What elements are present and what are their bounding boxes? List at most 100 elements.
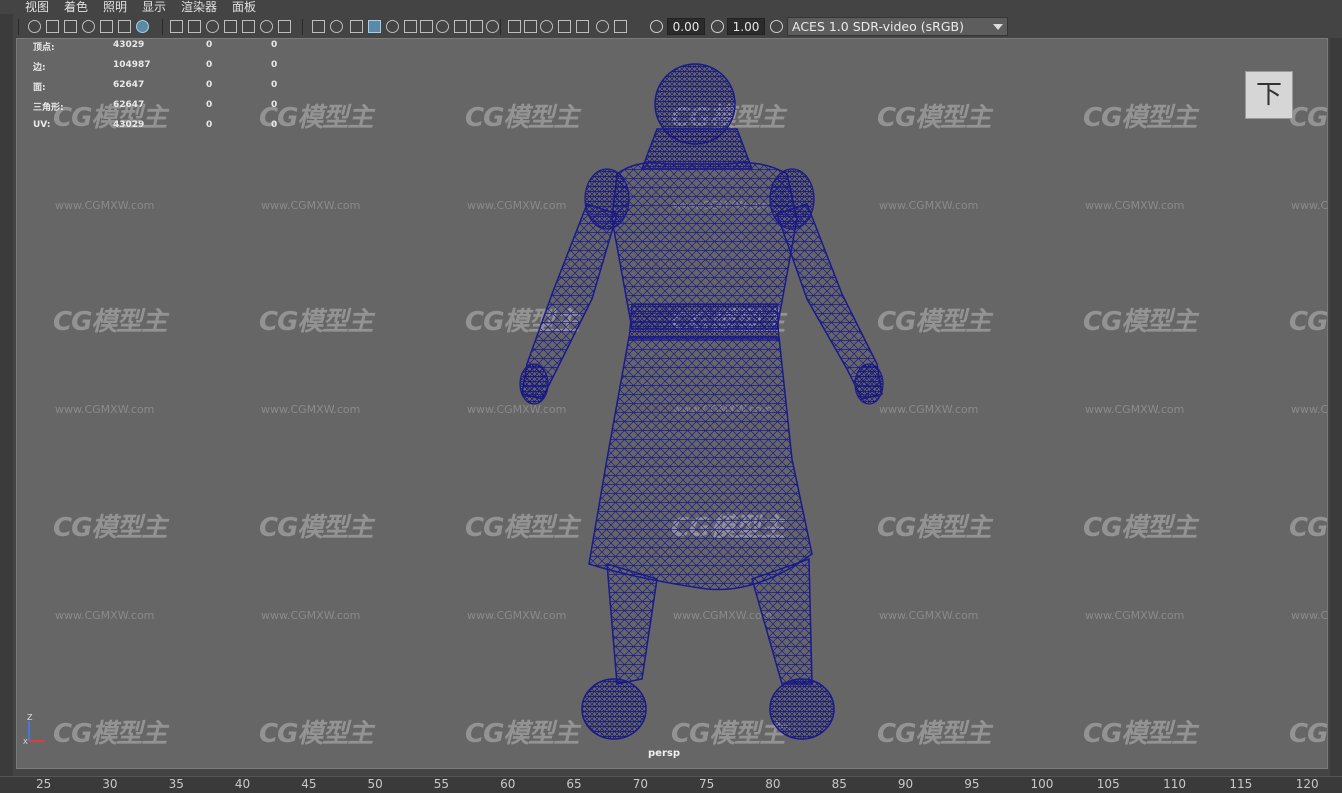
hud-value-object: 43029 — [113, 120, 145, 130]
exposure-icon[interactable] — [650, 20, 663, 33]
timeline-tick-label: 90 — [897, 777, 914, 791]
hud-value-component: 0 — [271, 40, 278, 50]
resolution-gate-icon[interactable] — [206, 20, 219, 33]
menu-panels[interactable]: 面板 — [232, 0, 256, 14]
timeline-tick-label: 65 — [566, 777, 582, 791]
toolbar-separator — [162, 19, 163, 35]
left-panel-edge — [0, 14, 13, 776]
motion-blur-icon[interactable] — [454, 20, 467, 33]
camera-attributes-icon[interactable] — [46, 20, 59, 33]
hud-value-component: 0 — [271, 80, 278, 90]
grid-lock-icon[interactable] — [100, 20, 113, 33]
xray-icon[interactable] — [524, 20, 537, 33]
menu-show[interactable]: 显示 — [142, 0, 166, 14]
axis-x-label: X — [23, 738, 28, 745]
timeline-tick-label: 85 — [831, 777, 847, 791]
timeline-tick-label: 30 — [102, 777, 118, 791]
grid-icon[interactable] — [170, 20, 183, 33]
hud-value-selected: 0 — [206, 60, 213, 70]
timeline-tick-label: 100 — [1030, 777, 1054, 791]
hud-value-selected: 0 — [206, 40, 213, 50]
3d-viewport[interactable]: CG模型主 www.CGMXW.com CG模型主 www.CGMXW.com CG模型… — [16, 38, 1328, 769]
grease-pencil-icon[interactable] — [136, 20, 149, 33]
timeline-tick-label: 115 — [1229, 777, 1253, 791]
hud-value-object: 62647 — [113, 80, 145, 90]
image-plane-icon[interactable] — [82, 20, 95, 33]
menu-lighting[interactable]: 照明 — [103, 0, 127, 14]
timeline-tick-label: 120 — [1295, 777, 1319, 791]
toolbar-separator — [18, 19, 19, 35]
wireframe-body — [519, 63, 884, 740]
hud-label: 面: — [33, 83, 46, 93]
menu-view[interactable]: 视图 — [25, 0, 49, 14]
timeline-tick-label: 25 — [36, 777, 52, 791]
hud-value-selected: 0 — [206, 80, 213, 90]
field-chart-icon[interactable] — [242, 20, 255, 33]
timeline-tick-label: 80 — [765, 777, 781, 791]
gamma-icon[interactable] — [711, 20, 724, 33]
camera-name-label: persp — [648, 748, 680, 759]
view-cube[interactable]: 下 — [1245, 71, 1293, 119]
timeline-tick-label: 95 — [964, 777, 980, 791]
timeline-tick-label: 55 — [433, 777, 450, 791]
screen-space-ao-icon[interactable] — [436, 20, 449, 33]
panel-menubar: 视图 着色 照明 显示 渲染器 面板 — [0, 0, 1342, 14]
timeline-tick-label: 105 — [1096, 777, 1120, 791]
menu-renderer[interactable]: 渲染器 — [181, 0, 217, 14]
timeline-tick-label: 75 — [699, 777, 715, 791]
timeline-tick-label: 50 — [367, 777, 383, 791]
camera-select-icon[interactable] — [28, 20, 41, 33]
hud-value-object: 104987 — [113, 60, 151, 70]
multisample-aa-icon[interactable] — [470, 20, 483, 33]
timeline-tick-label: 70 — [632, 777, 648, 791]
use-lights-icon[interactable] — [404, 20, 417, 33]
character-wireframe-model[interactable] — [17, 39, 1328, 769]
hud-value-component: 0 — [271, 60, 278, 70]
hud-label: 边: — [33, 63, 46, 73]
axis-indicator: Z X — [23, 713, 45, 745]
film-gate-icon[interactable] — [188, 20, 201, 33]
shadows-icon[interactable] — [420, 20, 433, 33]
timeline-tick-label: 60 — [500, 777, 516, 791]
safe-action-icon[interactable] — [260, 20, 273, 33]
hud-value-object: 62647 — [113, 100, 145, 110]
smooth-shade-icon[interactable] — [330, 20, 343, 33]
axis-z-label: Z — [27, 713, 33, 722]
menu-shading[interactable]: 着色 — [64, 0, 88, 14]
color-space-dropdown[interactable]: ACES 1.0 SDR-video (sRGB) — [787, 17, 1008, 36]
gamma-icon[interactable] — [596, 20, 609, 33]
hud-value-component: 0 — [271, 100, 278, 110]
wireframe-icon[interactable] — [312, 20, 325, 33]
toolbar-separator — [302, 19, 303, 35]
isolate-select-icon[interactable] — [508, 20, 521, 33]
gamma-field[interactable]: 1.00 — [727, 18, 765, 35]
default-material-icon[interactable] — [350, 20, 363, 33]
time-slider-ruler[interactable]: 25 30 35 40 45 50 55 60 65 70 75 80 85 90 95 100 105 110 1… — [0, 776, 1342, 793]
textured-icon[interactable] — [386, 20, 399, 33]
chevron-down-icon — [993, 24, 1003, 30]
timeline-tick-label: 35 — [168, 777, 184, 791]
color-space-label: ACES 1.0 SDR-video (sRGB) — [792, 19, 964, 34]
hud-value-component: 0 — [271, 120, 278, 130]
timeline-tick-label: 40 — [234, 777, 251, 791]
safe-title-icon[interactable] — [278, 20, 291, 33]
exposure-icon[interactable] — [576, 20, 589, 33]
color-management-icon[interactable] — [770, 20, 783, 33]
depth-of-field-icon[interactable] — [486, 20, 499, 33]
hud-label: 顶点: — [33, 43, 55, 53]
color-management-icon[interactable] — [614, 20, 627, 33]
xray-joints-icon[interactable] — [540, 20, 553, 33]
timeline-tick-label: 45 — [301, 777, 317, 791]
exposure-field[interactable]: 0.00 — [667, 18, 705, 35]
bookmark-icon[interactable] — [64, 20, 77, 33]
hud-label: UV: — [33, 120, 51, 130]
pan-icon[interactable] — [118, 20, 131, 33]
gate-mask-icon[interactable] — [224, 20, 237, 33]
panel-toolbar: 0.00 1.00 ACES 1.0 SDR-video (sRGB) — [0, 14, 1342, 38]
wireframe-on-shaded-icon[interactable] — [368, 20, 381, 33]
toolbar-separator — [500, 19, 501, 35]
timeline-tick-label: 110 — [1163, 777, 1186, 791]
hud-value-selected: 0 — [206, 120, 213, 130]
hud-value-object: 43029 — [113, 40, 145, 50]
backface-icon[interactable] — [558, 20, 571, 33]
